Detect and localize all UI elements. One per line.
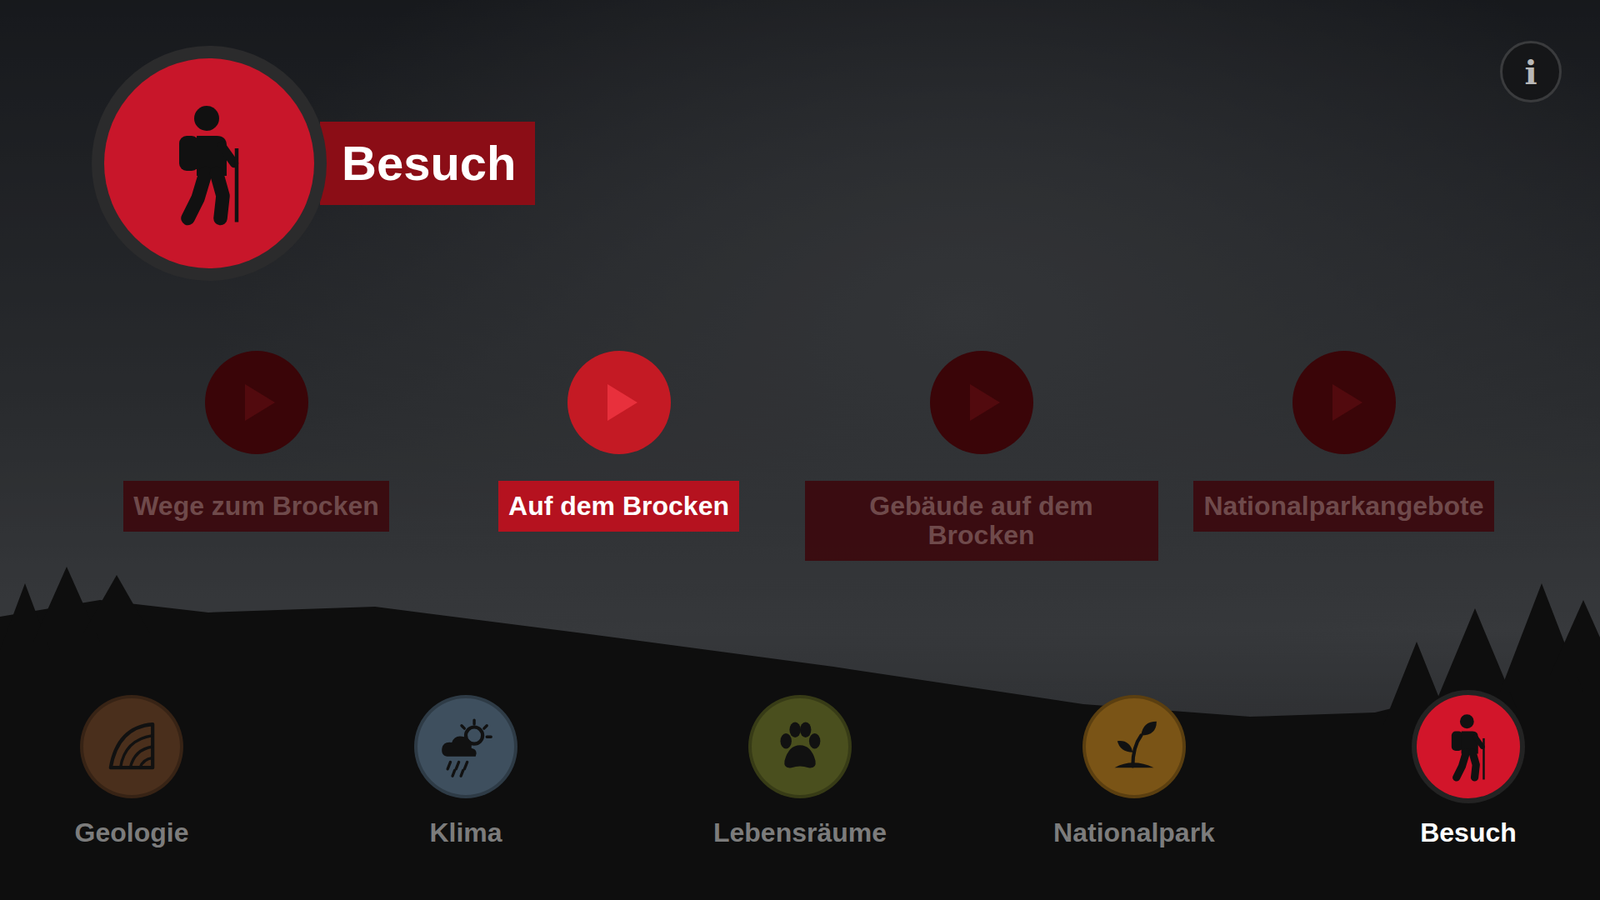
video-item[interactable]: Wege zum Brocken bbox=[75, 350, 438, 561]
video-label[interactable]: Wege zum Brocken bbox=[123, 480, 390, 532]
video-label[interactable]: Auf dem Brocken bbox=[498, 480, 740, 532]
category-label[interactable]: Besuch bbox=[1420, 816, 1517, 849]
category-label[interactable]: Lebensräume bbox=[713, 816, 887, 849]
rock-layers-icon bbox=[96, 711, 167, 782]
video-list: Wege zum Brocken Auf dem Brocken Gebäude a… bbox=[0, 280, 1600, 561]
video-item[interactable]: Nationalparkangebote bbox=[1162, 350, 1525, 561]
play-icon[interactable] bbox=[205, 350, 309, 455]
section-title: Besuch bbox=[320, 121, 535, 205]
category-item[interactable]: Besuch bbox=[1368, 695, 1569, 849]
category-circle[interactable] bbox=[748, 695, 852, 799]
video-label[interactable]: Gebäude auf dem Brocken bbox=[805, 480, 1159, 561]
category-label[interactable]: Nationalpark bbox=[1053, 816, 1215, 849]
info-label: i bbox=[1524, 52, 1537, 92]
category-label[interactable]: Klima bbox=[429, 816, 502, 849]
info-button[interactable]: i bbox=[1500, 40, 1562, 103]
hiker-icon bbox=[146, 100, 272, 226]
hiker-icon bbox=[1433, 711, 1504, 782]
category-item[interactable]: Nationalpark bbox=[1034, 695, 1235, 849]
category-circle[interactable] bbox=[1082, 695, 1186, 799]
category-circle[interactable] bbox=[80, 695, 184, 799]
play-icon[interactable] bbox=[930, 350, 1034, 455]
category-item[interactable]: Geologie bbox=[31, 695, 232, 849]
category-circle[interactable] bbox=[414, 695, 518, 799]
play-icon[interactable] bbox=[1292, 350, 1396, 455]
category-label[interactable]: Geologie bbox=[75, 816, 190, 849]
paw-icon bbox=[765, 711, 835, 782]
category-nav: Geologie Klima Lebensräume Nationalpark Besu… bbox=[0, 695, 1600, 900]
category-item[interactable]: Klima bbox=[365, 695, 566, 849]
category-circle[interactable] bbox=[1416, 695, 1520, 799]
video-item[interactable]: Auf dem Brocken bbox=[437, 350, 800, 561]
section-circle bbox=[104, 58, 315, 269]
section-badge bbox=[91, 45, 327, 281]
category-item[interactable]: Lebensräume bbox=[700, 695, 900, 849]
screen: i Besuch Wege zum Brocken Auf dem Brocken Ge… bbox=[0, 0, 1600, 900]
section-header: Besuch bbox=[0, 0, 1600, 281]
weather-icon bbox=[430, 711, 501, 782]
video-label[interactable]: Nationalparkangebote bbox=[1193, 480, 1494, 532]
play-icon[interactable] bbox=[567, 350, 671, 455]
sprout-icon bbox=[1099, 711, 1170, 782]
video-item[interactable]: Gebäude auf dem Brocken bbox=[800, 350, 1163, 561]
content: Besuch Wege zum Brocken Auf dem Brocken Geb… bbox=[0, 0, 1600, 900]
